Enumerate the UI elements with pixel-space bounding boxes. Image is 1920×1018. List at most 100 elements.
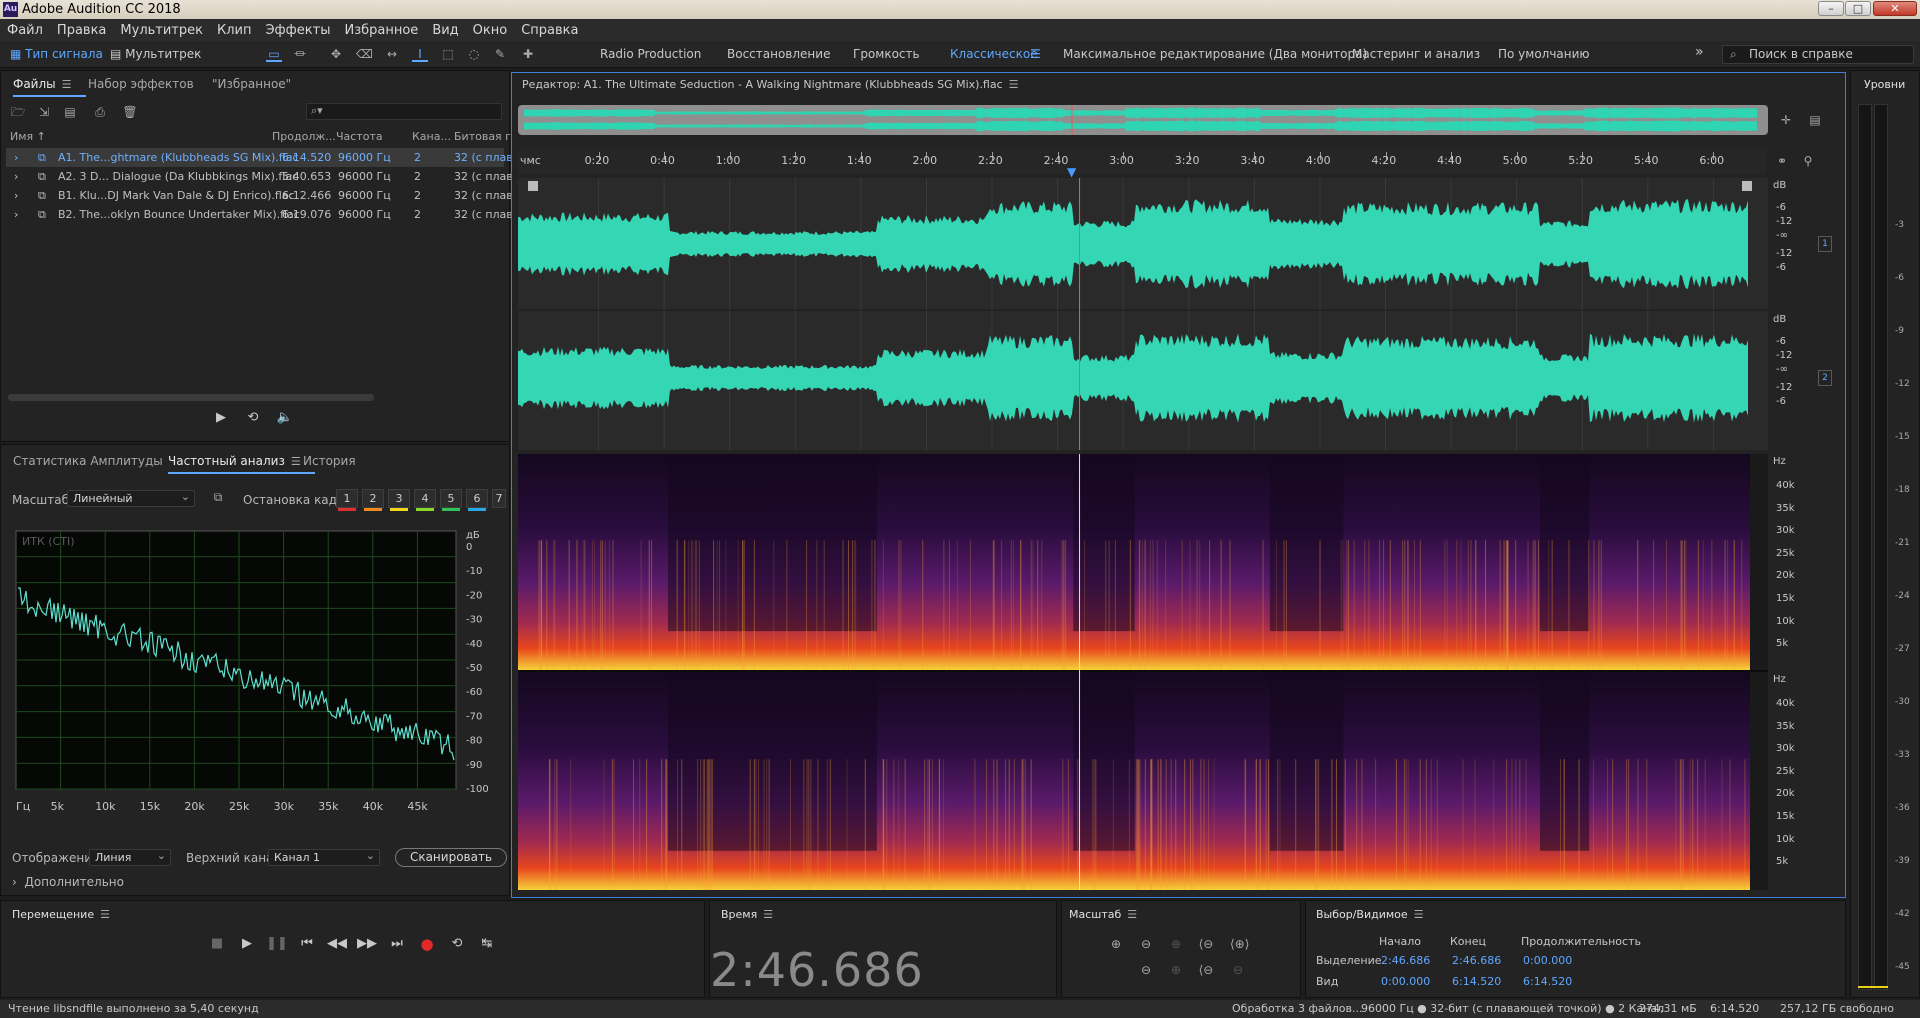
move-tool-icon[interactable]: ✥ bbox=[328, 46, 344, 62]
skip-selection-button[interactable]: ↹ bbox=[476, 936, 498, 951]
frame-button-5[interactable]: 5 bbox=[440, 489, 462, 511]
spectral-display-icon[interactable]: ▭ bbox=[266, 46, 282, 62]
multitrack-mode-button[interactable]: ▤ Мультитрек bbox=[110, 45, 201, 63]
razor-tool-icon[interactable]: ⌫ bbox=[356, 46, 373, 62]
tab-amplitude-stats[interactable]: Статистика Амплитуды bbox=[13, 454, 163, 468]
workspace-mastering[interactable]: Мастеринг и анализ bbox=[1352, 47, 1480, 61]
zoom-selection-icon[interactable]: ⟨⊕⟩ bbox=[1230, 936, 1249, 952]
brush-tool-icon[interactable]: ✎ bbox=[492, 46, 508, 62]
display-dropdown[interactable]: Линия bbox=[89, 848, 171, 866]
menu-effects[interactable]: Эффекты bbox=[258, 23, 337, 38]
panel-menu-icon[interactable]: ☰ bbox=[1127, 908, 1137, 921]
maximize-button[interactable]: □ bbox=[1845, 1, 1871, 16]
insert-into-multitrack-icon[interactable]: ⎙ bbox=[92, 104, 108, 120]
selection-duration[interactable]: 0:00.000 bbox=[1523, 954, 1572, 967]
file-row[interactable]: › ⧉ A1. The...ghtmare (Klubbheads SG Mix… bbox=[6, 148, 513, 167]
channel-dropdown[interactable]: Канал 1 bbox=[268, 848, 380, 866]
expand-icon[interactable]: › bbox=[14, 151, 18, 164]
play-preview-icon[interactable]: ▶ bbox=[210, 410, 232, 425]
menu-view[interactable]: Вид bbox=[425, 23, 465, 38]
marker-icon[interactable]: ⚭ bbox=[1774, 153, 1790, 169]
col-name[interactable]: Имя ↑ bbox=[10, 130, 46, 143]
fast-forward-button[interactable]: ▶▶ bbox=[356, 936, 378, 951]
tab-files[interactable]: Файлы ☰ bbox=[13, 77, 85, 97]
expand-icon[interactable]: › bbox=[14, 208, 18, 221]
expand-icon[interactable]: › bbox=[14, 189, 18, 202]
playhead-handle-icon[interactable]: ▼ bbox=[1067, 165, 1076, 179]
frame-button-2[interactable]: 2 bbox=[362, 489, 384, 511]
pause-button[interactable]: ❚❚ bbox=[266, 936, 288, 951]
delete-icon[interactable]: 🗑 bbox=[122, 104, 138, 120]
zoom-fit-icon[interactable]: ⊖ bbox=[1230, 962, 1246, 978]
tab-effects-rack[interactable]: Набор эффектов bbox=[88, 77, 194, 91]
frame-button-4[interactable]: 4 bbox=[414, 489, 436, 511]
menu-file[interactable]: Файл bbox=[0, 23, 50, 38]
close-button[interactable]: ✕ bbox=[1873, 1, 1917, 16]
auto-play-icon[interactable]: 🔈 bbox=[274, 410, 296, 425]
panel-menu-icon[interactable]: ☰ bbox=[1414, 908, 1424, 921]
col-bits[interactable]: Битовая г bbox=[454, 130, 511, 143]
zoom-out-full-icon[interactable]: ⟨⊖ bbox=[1198, 936, 1214, 952]
minimize-button[interactable]: – bbox=[1818, 1, 1844, 16]
slip-tool-icon[interactable]: ↔ bbox=[384, 46, 400, 62]
files-search-input[interactable]: ⌕▾ bbox=[306, 103, 502, 120]
open-file-icon[interactable]: 🗁 bbox=[10, 104, 26, 120]
col-duration[interactable]: Продолж... bbox=[272, 130, 336, 143]
view-duration[interactable]: 6:14.520 bbox=[1523, 975, 1572, 988]
log-scale-icon[interactable]: ⧉ bbox=[210, 489, 226, 505]
pitch-display-icon[interactable]: ⏛ bbox=[292, 46, 308, 62]
fade-in-handle-icon[interactable] bbox=[528, 181, 538, 191]
panel-menu-icon[interactable]: ☰ bbox=[291, 455, 301, 468]
tab-favorites[interactable]: "Избранное" bbox=[212, 77, 291, 91]
menu-multitrack[interactable]: Мультитрек bbox=[113, 23, 210, 38]
file-row[interactable]: › ⧉ B1. Klu...DJ Mark Van Dale & DJ Enri… bbox=[6, 186, 513, 205]
go-to-start-button[interactable]: ⏮ bbox=[296, 936, 318, 951]
workspace-restoration[interactable]: Восстановление bbox=[727, 47, 830, 61]
workspace-radio-production[interactable]: Radio Production bbox=[600, 47, 701, 61]
loop-button[interactable]: ⟲ bbox=[446, 936, 468, 951]
file-row[interactable]: › ⧉ A2. 3 D... Dialogue (Da Klubbkings M… bbox=[6, 167, 513, 186]
zoom-in-amplitude-icon[interactable]: ⊕ bbox=[1108, 936, 1124, 952]
panel-menu-icon[interactable]: ☰ bbox=[763, 908, 773, 921]
overview-waveform[interactable] bbox=[518, 105, 1768, 135]
view-start[interactable]: 0:00.000 bbox=[1381, 975, 1430, 988]
advanced-expander[interactable]: › Дополнительно bbox=[12, 875, 124, 889]
help-search-input[interactable]: ⌕ Поиск в справке bbox=[1722, 45, 1914, 64]
col-rate[interactable]: Частота bbox=[336, 130, 383, 143]
frame-button-3[interactable]: 3 bbox=[388, 489, 410, 511]
healing-tool-icon[interactable]: ✚ bbox=[520, 46, 536, 62]
channel-1-badge[interactable]: 1 bbox=[1818, 236, 1832, 252]
tab-frequency-analysis[interactable]: Частотный анализ ☰ bbox=[168, 454, 315, 474]
menu-edit[interactable]: Правка bbox=[50, 23, 113, 38]
scan-button[interactable]: Сканировать bbox=[395, 848, 507, 867]
panel-layout-icon[interactable]: ▤ bbox=[1807, 112, 1823, 128]
waveform-display[interactable] bbox=[518, 178, 1768, 450]
files-scrollbar[interactable] bbox=[8, 394, 374, 401]
frame-button-1[interactable]: 1 bbox=[336, 489, 358, 511]
menu-window[interactable]: Окно bbox=[466, 23, 515, 38]
current-time-display[interactable]: 2:46.686 bbox=[710, 943, 924, 997]
channel-2-badge[interactable]: 2 bbox=[1818, 370, 1832, 386]
marquee-tool-icon[interactable]: ⬚ bbox=[440, 46, 456, 62]
workspace-max-editing[interactable]: Максимальное редактирование (Два монитор… bbox=[1063, 47, 1367, 61]
import-file-icon[interactable]: ⇲ bbox=[36, 104, 52, 120]
selection-start[interactable]: 2:46.686 bbox=[1381, 954, 1430, 967]
menu-help[interactable]: Справка bbox=[514, 23, 585, 38]
zoom-in-horizontal-icon[interactable]: ⊕ bbox=[1168, 962, 1184, 978]
view-end[interactable]: 6:14.520 bbox=[1452, 975, 1501, 988]
new-file-icon[interactable]: ▤ bbox=[62, 104, 78, 120]
fade-out-handle-icon[interactable] bbox=[1742, 181, 1752, 191]
frame-button-7[interactable]: 7 bbox=[492, 489, 506, 508]
workspace-loudness[interactable]: Громкость bbox=[853, 47, 920, 61]
zoom-reset-icon[interactable]: ⟨⊖ bbox=[1198, 962, 1214, 978]
scale-dropdown[interactable]: Линейный bbox=[67, 489, 195, 507]
zoom-out-horizontal-icon[interactable]: ⊖ bbox=[1138, 962, 1154, 978]
spectral-display[interactable] bbox=[518, 454, 1768, 890]
col-channels[interactable]: Кана... bbox=[412, 130, 451, 143]
zoom-in-icon[interactable]: ✛ bbox=[1778, 112, 1794, 128]
workspace-default[interactable]: По умолчанию bbox=[1498, 47, 1590, 61]
zoom-in-time-icon[interactable]: ⊕ bbox=[1168, 936, 1184, 952]
tab-history[interactable]: История bbox=[303, 454, 356, 468]
rewind-button[interactable]: ◀◀ bbox=[326, 936, 348, 951]
menu-favorites[interactable]: Избранное bbox=[337, 23, 425, 38]
